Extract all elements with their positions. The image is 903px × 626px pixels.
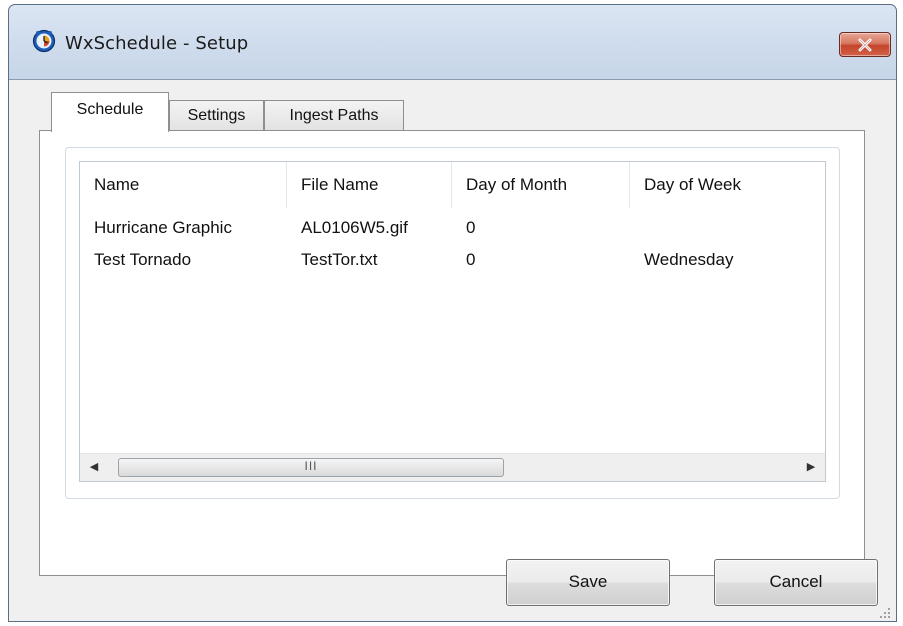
tab-label: Schedule (76, 101, 144, 118)
column-label: Day of Week (644, 175, 742, 194)
scroll-right-button[interactable]: ▶ (799, 454, 823, 481)
scroll-left-button[interactable]: ◀ (82, 454, 106, 481)
tab-ingest-paths[interactable]: Ingest Paths (264, 100, 404, 130)
chevron-left-icon: ◀ (89, 461, 99, 473)
cell-file-name: AL0106W5.gif (301, 218, 408, 237)
column-label: Day of Month (466, 175, 568, 194)
scroll-thumb[interactable]: III (118, 458, 504, 477)
tab-schedule[interactable]: Schedule (51, 92, 169, 132)
tab-label: Ingest Paths (289, 107, 379, 124)
cell-file-name: TestTor.txt (301, 250, 378, 269)
window-title: WxSchedule - Setup (65, 33, 249, 54)
column-label: Name (94, 175, 140, 194)
cell-day-of-month: 0 (466, 218, 476, 237)
list-row[interactable]: Test Tornado TestTor.txt 0 Wednesday (80, 244, 825, 276)
cancel-button-label: Cancel (769, 572, 823, 591)
title-bar[interactable]: WxSchedule - Setup (9, 5, 896, 83)
schedule-list[interactable]: Name File Name Day of Month Day of Week (79, 161, 826, 482)
cell-day-of-month: 0 (466, 250, 476, 269)
horizontal-scrollbar[interactable]: ◀ III ▶ (80, 453, 825, 481)
column-header-day-of-month[interactable]: Day of Month (452, 162, 630, 208)
list-header: Name File Name Day of Month Day of Week (80, 162, 825, 209)
cancel-button[interactable]: Cancel (714, 559, 878, 606)
cell-name: Test Tornado (94, 250, 192, 269)
tab-settings[interactable]: Settings (169, 100, 264, 130)
cell-name: Hurricane Graphic (94, 218, 232, 237)
list-row[interactable]: Hurricane Graphic AL0106W5.gif 0 (80, 212, 825, 244)
dialog-client-area: Schedule Settings Ingest Paths Name File… (9, 79, 896, 621)
resize-grip-icon[interactable] (878, 606, 892, 620)
save-button-label: Save (568, 572, 608, 591)
column-header-day-of-week[interactable]: Day of Week (630, 162, 825, 208)
chevron-right-icon: ▶ (806, 461, 816, 473)
cell-day-of-week: Wednesday (644, 250, 734, 269)
schedule-group: Name File Name Day of Month Day of Week (65, 147, 840, 499)
setup-window: WxSchedule - Setup Schedule Settings Ing… (8, 4, 897, 622)
grip-icon: III (304, 459, 318, 473)
clock-icon (32, 29, 56, 53)
tab-label: Settings (187, 107, 246, 124)
close-button[interactable] (839, 32, 891, 57)
column-label: File Name (301, 175, 379, 194)
column-header-name[interactable]: Name (80, 162, 287, 208)
schedule-tab-panel: Name File Name Day of Month Day of Week (39, 130, 865, 576)
save-button[interactable]: Save (506, 559, 670, 606)
column-header-file-name[interactable]: File Name (287, 162, 452, 208)
